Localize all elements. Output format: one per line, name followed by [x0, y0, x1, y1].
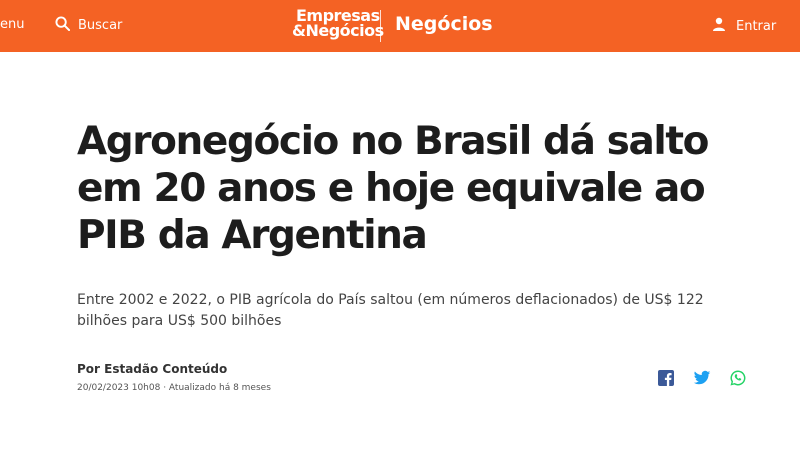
- share-whatsapp-button[interactable]: [729, 369, 747, 387]
- login-button[interactable]: Entrar: [712, 17, 776, 35]
- article-subheadline: Entre 2002 e 2022, o PIB agrícola do Paí…: [77, 292, 704, 329]
- login-label: Entrar: [736, 18, 777, 34]
- search-button[interactable]: Buscar: [55, 16, 122, 35]
- facebook-icon: [657, 370, 675, 391]
- search-icon: [55, 16, 71, 35]
- whatsapp-icon: [729, 370, 747, 391]
- article-dateline: 20/02/2023 10h08 · Atualizado há 8 meses: [77, 383, 271, 393]
- user-icon: [712, 17, 726, 35]
- logo-divider: [380, 10, 381, 42]
- menu-button[interactable]: enu: [0, 17, 24, 32]
- share-facebook-button[interactable]: [657, 369, 675, 387]
- article-headline: Agronegócio no Brasil dá salto em 20 ano…: [77, 119, 709, 258]
- search-label: Buscar: [78, 18, 123, 33]
- twitter-icon: [693, 370, 711, 391]
- article-byline[interactable]: Por Estadão Conteúdo: [77, 362, 227, 376]
- section-name-link[interactable]: Negócios: [395, 13, 493, 35]
- site-logo[interactable]: Empresas &Negócios: [292, 8, 384, 40]
- logo-line-2: &Negócios: [292, 21, 384, 40]
- top-navigation-bar: enu Buscar Empresas &Negócios Negócios E…: [0, 0, 800, 52]
- share-twitter-button[interactable]: [693, 369, 711, 387]
